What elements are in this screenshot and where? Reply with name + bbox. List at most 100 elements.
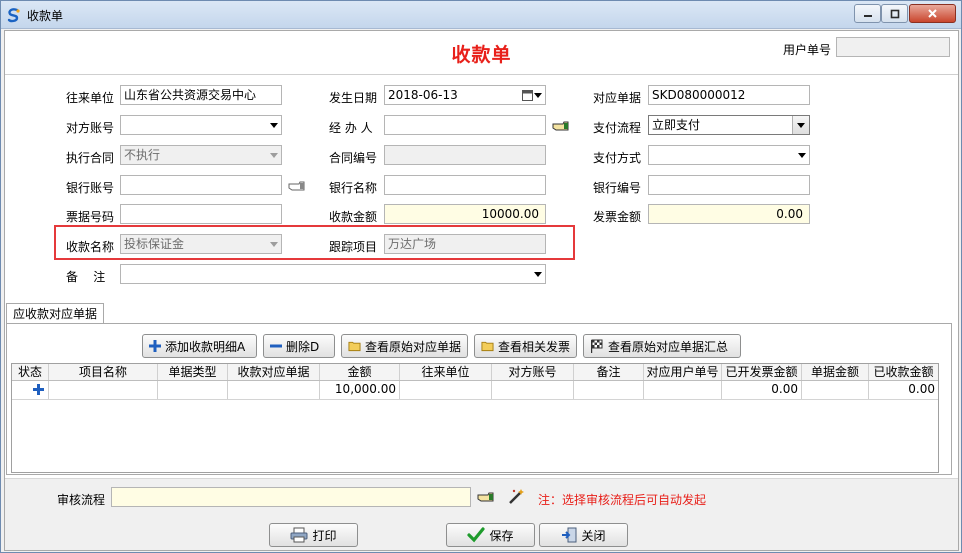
plus-icon <box>33 384 44 395</box>
pay-method-dropdown[interactable] <box>648 145 810 165</box>
chevron-down-icon <box>270 242 278 247</box>
title-bar: 收款单 <box>1 1 961 29</box>
partner-cell[interactable] <box>400 381 492 399</box>
bank-code-field[interactable] <box>648 175 810 195</box>
received-cell[interactable]: 0.00 <box>869 381 938 399</box>
column-header[interactable]: 金额 <box>320 364 400 380</box>
view-invoices-button[interactable]: 查看相关发票 <box>474 334 577 358</box>
view-orig-docs-button[interactable]: 查看原始对应单据 <box>341 334 468 358</box>
column-header[interactable]: 状态 <box>12 364 49 380</box>
column-header[interactable]: 单据金额 <box>802 364 869 380</box>
app-logo-icon <box>7 8 20 23</box>
magic-wand-icon[interactable] <box>508 487 526 505</box>
print-label: 打印 <box>312 528 337 543</box>
invoice-amount-field[interactable]: 0.00 <box>648 204 810 224</box>
pointing-hand-icon[interactable] <box>552 121 570 132</box>
folder-icon <box>481 341 494 352</box>
ref-doc-cell[interactable] <box>228 381 320 399</box>
maximize-icon <box>890 9 899 18</box>
form-content: 收款单 用户单号 往来单位 山东省公共资源交易中心 发生日期 2018-06-1… <box>4 30 959 551</box>
checkmark-icon <box>467 527 486 543</box>
handler-field[interactable] <box>384 115 546 135</box>
ref-doc-field[interactable]: SKD080000012 <box>648 85 810 105</box>
user-doc-no-label: 用户单号 <box>783 43 832 57</box>
minimize-button[interactable] <box>854 4 881 23</box>
receipt-name-value: 投标保证金 <box>124 237 185 251</box>
account-cell[interactable] <box>492 381 574 399</box>
remark-cell[interactable] <box>574 381 644 399</box>
column-header[interactable]: 单据类型 <box>158 364 228 380</box>
approval-field[interactable] <box>111 487 471 507</box>
counter-account-dropdown[interactable] <box>120 115 282 135</box>
remark-label: 备 注 <box>66 270 106 284</box>
bank-name-field[interactable] <box>384 175 546 195</box>
partner-field[interactable]: 山东省公共资源交易中心 <box>120 85 282 105</box>
column-header[interactable]: 对方账号 <box>492 364 574 380</box>
grid-header: 状态 项目名称 单据类型 收款对应单据 金额 往来单位 对方账号 备注 对应用户… <box>12 364 938 381</box>
add-detail-label: 添加收款明细A <box>165 339 246 354</box>
pay-flow-select[interactable]: 立即支付 <box>648 115 810 135</box>
column-header[interactable]: 对应用户单号 <box>644 364 722 380</box>
contract-label: 执行合同 <box>66 151 115 165</box>
delete-button[interactable]: 删除D <box>263 334 335 358</box>
amount-label: 收款金额 <box>329 210 378 224</box>
amount-cell[interactable]: 10,000.00 <box>320 381 400 399</box>
pay-flow-label: 支付流程 <box>593 121 642 135</box>
plus-icon <box>149 340 161 352</box>
column-header[interactable]: 收款对应单据 <box>228 364 320 380</box>
column-header[interactable]: 项目名称 <box>49 364 158 380</box>
chevron-down-icon <box>534 272 542 277</box>
contract-no-field[interactable] <box>384 145 546 165</box>
doc-amount-cell[interactable] <box>802 381 869 399</box>
column-header[interactable]: 备注 <box>574 364 644 380</box>
chevron-down-icon <box>270 123 278 128</box>
close-label: 关闭 <box>581 528 606 543</box>
save-button[interactable]: 保存 <box>446 523 535 547</box>
amount-field[interactable]: 10000.00 <box>384 204 546 224</box>
print-button[interactable]: 打印 <box>269 523 358 547</box>
invoice-no-label: 票据号码 <box>66 210 115 224</box>
tab-receivable-docs[interactable]: 应收款对应单据 <box>6 303 105 324</box>
calendar-icon[interactable] <box>522 89 533 101</box>
exit-door-icon <box>562 527 577 543</box>
bank-account-field[interactable] <box>120 175 282 195</box>
bank-name-label: 银行名称 <box>329 181 378 195</box>
bank-code-label: 银行编号 <box>593 181 642 195</box>
delete-label: 删除D <box>286 339 320 354</box>
user-doc-no-field[interactable] <box>836 37 950 57</box>
close-button[interactable]: 关闭 <box>539 523 628 547</box>
ref-doc-label: 对应单据 <box>593 91 642 105</box>
close-window-button[interactable] <box>909 4 956 23</box>
invoice-no-field[interactable] <box>120 204 282 224</box>
date-picker[interactable]: 2018-06-13 <box>384 85 546 105</box>
pointing-hand-icon[interactable] <box>477 492 495 503</box>
minimize-icon <box>863 14 872 17</box>
chevron-down-icon <box>797 123 805 128</box>
add-detail-button[interactable]: 添加收款明细A <box>142 334 257 358</box>
bank-account-label: 银行账号 <box>66 181 115 195</box>
table-row[interactable]: 10,000.00 0.00 0.00 <box>12 381 938 400</box>
contract-dropdown[interactable]: 不执行 <box>120 145 282 165</box>
chevron-down-icon <box>534 93 542 98</box>
column-header[interactable]: 往来单位 <box>400 364 492 380</box>
folder-icon <box>348 341 361 352</box>
status-cell[interactable] <box>12 381 49 399</box>
view-orig-docs-label: 查看原始对应单据 <box>364 339 461 354</box>
user-doc-cell[interactable] <box>644 381 722 399</box>
pointing-hand-icon[interactable] <box>288 181 306 192</box>
doc-type-cell[interactable] <box>158 381 228 399</box>
column-header[interactable]: 已开发票金额 <box>722 364 802 380</box>
remark-dropdown[interactable] <box>120 264 546 284</box>
receipt-name-dropdown[interactable]: 投标保证金 <box>120 234 282 254</box>
track-project-label: 跟踪项目 <box>329 240 378 254</box>
invoiced-cell[interactable]: 0.00 <box>722 381 802 399</box>
view-summary-button[interactable]: 查看原始对应单据汇总 <box>583 334 741 358</box>
detail-grid[interactable]: 状态 项目名称 单据类型 收款对应单据 金额 往来单位 对方账号 备注 对应用户… <box>11 363 939 473</box>
form-header: 收款单 用户单号 <box>5 31 958 75</box>
track-project-field[interactable]: 万达广场 <box>384 234 546 254</box>
maximize-button[interactable] <box>881 4 908 23</box>
column-header[interactable]: 已收款金额 <box>869 364 938 380</box>
item-name-cell[interactable] <box>49 381 158 399</box>
invoice-amount-label: 发票金额 <box>593 210 642 224</box>
dropdown-button <box>792 116 809 134</box>
